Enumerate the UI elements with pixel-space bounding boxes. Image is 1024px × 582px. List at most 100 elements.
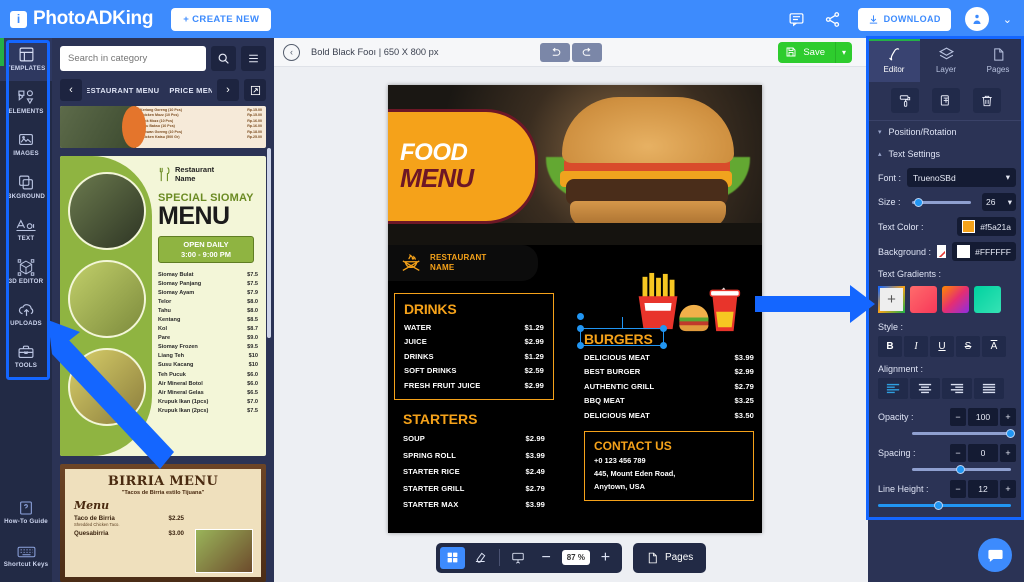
expand-categories-button[interactable] xyxy=(244,79,266,101)
share-icon[interactable] xyxy=(822,8,844,30)
underline-button[interactable]: U xyxy=(930,336,954,357)
gradient-add-button[interactable]: + xyxy=(878,286,905,313)
line-height-value[interactable]: 12 xyxy=(968,480,998,498)
spacing-plus-button[interactable]: + xyxy=(1000,444,1016,462)
zoom-in-button[interactable]: + xyxy=(593,547,618,569)
burgers-price: $3.25 xyxy=(734,396,754,405)
category-prev-button[interactable]: ‹ xyxy=(60,79,82,101)
delete-button[interactable] xyxy=(973,88,1001,113)
align-right-button[interactable] xyxy=(942,378,972,399)
gradient-swatch-3[interactable] xyxy=(974,286,1001,313)
sidebar-item-how-to-guide[interactable]: How-To Guide xyxy=(0,490,52,534)
avatar[interactable] xyxy=(964,7,989,31)
sidebar-item-images[interactable]: IMAGES xyxy=(0,123,52,166)
template-menu-word: MENU xyxy=(158,202,230,231)
template-card-special-siomay-menu[interactable]: Restaurant Name SPECIAL SIOMAY MENU OPEN… xyxy=(60,156,266,456)
pages-button[interactable]: Pages xyxy=(632,542,707,573)
burgers-row: BBQ MEAT $3.25 xyxy=(584,396,754,405)
drinks-box[interactable]: DRINKS WATER $1.29 JUICE $2.99 DRINKS $1.29 SO… xyxy=(394,293,554,400)
tab-layer[interactable]: Layer xyxy=(920,38,972,82)
list-view-button[interactable] xyxy=(241,46,266,71)
spacing-slider[interactable] xyxy=(912,465,1011,474)
category-next-button[interactable]: › xyxy=(217,79,239,101)
line-height-plus-button[interactable]: + xyxy=(1000,480,1016,498)
resize-handle-bl[interactable] xyxy=(577,342,584,349)
sidebar-item-3d-editor[interactable]: 3D EDITOR xyxy=(0,251,52,294)
fries-burger-drink-icon[interactable] xyxy=(636,271,744,333)
background-color-chip[interactable]: #FFFFFF xyxy=(952,242,1016,261)
overline-button[interactable]: A xyxy=(982,336,1006,357)
gradient-swatch-1[interactable] xyxy=(910,286,937,313)
no-color-icon[interactable] xyxy=(937,245,947,258)
duplicate-button[interactable] xyxy=(932,88,960,113)
search-button[interactable] xyxy=(211,46,236,71)
comment-icon[interactable] xyxy=(786,8,808,30)
gradient-swatch-2[interactable] xyxy=(942,286,969,313)
paint-roller-button[interactable] xyxy=(891,88,919,113)
sidebar-item-text[interactable]: TEXT xyxy=(0,208,52,251)
eraser-button[interactable] xyxy=(468,547,493,569)
spacing-minus-button[interactable]: − xyxy=(950,444,966,462)
resize-handle-tr[interactable] xyxy=(660,325,667,332)
zoom-level[interactable]: 87 % xyxy=(561,550,590,565)
sidebar-item-uploads[interactable]: UPLOADS xyxy=(0,293,52,336)
selection-box[interactable] xyxy=(577,313,667,349)
save-disk-icon xyxy=(778,46,797,58)
download-button[interactable]: DOWNLOAD xyxy=(857,7,951,31)
contact-box[interactable]: CONTACT US +0 123 456 789 445, Mount Ede… xyxy=(584,430,754,501)
size-select[interactable]: 26 ▾ xyxy=(982,193,1016,211)
undo-button[interactable] xyxy=(540,42,570,62)
search-input[interactable] xyxy=(68,53,206,64)
text-color-swatch-chip[interactable]: #f5a21a xyxy=(957,217,1016,236)
section-position-rotation[interactable]: ▾ Position/Rotation xyxy=(868,121,1024,143)
app-logo[interactable]: i PhotoADKing xyxy=(10,8,153,30)
grid-view-button[interactable] xyxy=(439,546,465,569)
sidebar-item-templates[interactable]: TEMPLATES xyxy=(0,38,52,81)
align-center-button[interactable] xyxy=(910,378,940,399)
zoom-out-button[interactable]: − xyxy=(534,547,559,569)
resize-handle-br[interactable] xyxy=(660,342,667,349)
italic-button[interactable]: I xyxy=(904,336,928,357)
save-button[interactable]: Save ▾ xyxy=(778,41,852,63)
opacity-minus-button[interactable]: − xyxy=(950,408,966,426)
line-height-minus-button[interactable]: − xyxy=(950,480,966,498)
template-card-birria-menu[interactable]: BIRRIA MENU "Tacos de Birria estilo Tiju… xyxy=(60,464,266,582)
template-panel-scrollbar[interactable] xyxy=(267,148,271,338)
drinks-row: WATER $1.29 xyxy=(404,323,544,332)
tab-editor[interactable]: Editor xyxy=(868,38,920,82)
search-box[interactable] xyxy=(60,46,206,71)
resize-handle-tl[interactable] xyxy=(577,325,584,332)
section-text-settings[interactable]: ▴ Text Settings xyxy=(868,143,1024,165)
account-chevron-icon[interactable]: ⌄ xyxy=(1003,13,1012,26)
presentation-button[interactable] xyxy=(506,547,531,569)
line-height-slider[interactable] xyxy=(878,501,1011,510)
save-dropdown-chevron-icon[interactable]: ▾ xyxy=(834,41,852,63)
sidebar-item-background[interactable]: BKGROUND xyxy=(0,166,52,209)
sidebar-item-elements[interactable]: ELEMENTS xyxy=(0,81,52,124)
create-new-button[interactable]: + CREATE NEW xyxy=(171,7,272,31)
chat-support-button[interactable] xyxy=(978,538,1012,572)
category-price-menu[interactable]: PRICE MENU xyxy=(169,86,212,95)
template-list[interactable]: Keriang Goreng (10 Pcs) Rp.15.00 Chicken … xyxy=(52,106,274,582)
tab-pages[interactable]: Pages xyxy=(972,38,1024,82)
restaurant-name-pill[interactable]: RESTAURANT NAME xyxy=(388,245,538,281)
sidebar-item-tools[interactable]: TOOLS xyxy=(0,336,52,379)
opacity-value[interactable]: 100 xyxy=(968,408,998,426)
category-restaurant-menu[interactable]: RESTAURANT MENU xyxy=(87,86,159,95)
strikethrough-button[interactable]: S xyxy=(956,336,980,357)
bold-button[interactable]: B xyxy=(878,336,902,357)
template-card-indonesian-price-list[interactable]: Keriang Goreng (10 Pcs) Rp.15.00 Chicken … xyxy=(60,106,266,148)
back-circle-icon[interactable]: ‹ xyxy=(283,43,300,61)
sidebar-item-shortcut-keys[interactable]: Shortcut Keys xyxy=(0,534,52,578)
spacing-value[interactable]: 0 xyxy=(968,444,998,462)
font-select[interactable]: TruenoSBd ▾ xyxy=(907,168,1016,187)
redo-button[interactable] xyxy=(572,42,602,62)
food-menu-badge[interactable]: FOOD MENU xyxy=(388,109,538,224)
opacity-slider[interactable] xyxy=(912,429,1015,438)
opacity-plus-button[interactable]: + xyxy=(1000,408,1016,426)
rotate-handle[interactable] xyxy=(577,313,584,320)
align-left-button[interactable] xyxy=(878,378,908,399)
size-slider[interactable] xyxy=(911,197,971,207)
design-canvas[interactable]: FOOD MENU RESTAURANT NAME DRINKS WATER $… xyxy=(388,85,762,533)
align-justify-button[interactable] xyxy=(974,378,1004,399)
